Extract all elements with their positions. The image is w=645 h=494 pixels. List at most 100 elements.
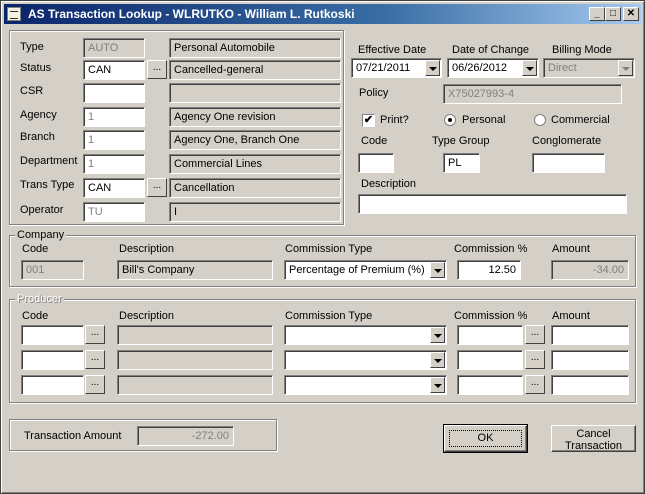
policy-field: X75027993-4 — [443, 84, 622, 104]
chevron-down-icon[interactable] — [430, 352, 445, 368]
company-commission-type-select[interactable]: Percentage of Premium (%) — [284, 260, 447, 280]
producer-commission-lookup-button[interactable]: ... — [525, 350, 545, 369]
description-label: Description — [361, 178, 417, 190]
billing-mode-select: Direct — [543, 58, 635, 78]
producer-commission-pct-field[interactable] — [457, 350, 523, 370]
producer-code-lookup-button[interactable]: ... — [85, 325, 105, 344]
producer-code-field[interactable] — [21, 325, 84, 345]
date-of-change-picker[interactable]: 06/26/2012 — [447, 58, 539, 78]
company-legend: Company — [15, 229, 67, 241]
producer-amount-field[interactable] — [551, 375, 629, 395]
csr-code-field[interactable] — [83, 83, 145, 103]
company-code-label: Code — [22, 243, 49, 255]
date-of-change-label: Date of Change — [452, 44, 530, 56]
producer-description-field — [117, 325, 273, 345]
producer-commission-type-select[interactable] — [284, 375, 447, 395]
producer-code-lookup-button[interactable]: ... — [85, 375, 105, 394]
agency-description: Agency One revision — [169, 107, 341, 127]
branch-description: Agency One, Branch One — [169, 130, 341, 150]
producer-description-field — [117, 350, 273, 370]
description-field[interactable] — [358, 194, 627, 214]
policy-label: Policy — [359, 87, 389, 99]
type-group-label: Type Group — [432, 135, 490, 147]
code-field[interactable] — [358, 153, 394, 173]
producer-code-field[interactable] — [21, 375, 84, 395]
producer-legend: Producer — [15, 293, 64, 305]
producer-commission-lookup-button[interactable]: ... — [525, 325, 545, 344]
transaction-amount-field: -272.00 — [137, 426, 234, 446]
effective-date-value: 07/21/2011 — [356, 62, 411, 74]
branch-label: Branch — [20, 131, 55, 143]
department-label: Department — [20, 155, 78, 167]
producer-commission-pct-field[interactable] — [457, 325, 523, 345]
chevron-down-icon[interactable] — [430, 262, 445, 278]
department-code-field[interactable]: 1 — [83, 154, 145, 174]
minimize-button[interactable]: _ — [589, 7, 605, 21]
billing-mode-value: Direct — [548, 62, 577, 74]
type-group-field[interactable]: PL — [443, 153, 480, 173]
trans-type-label: Trans Type — [20, 179, 75, 191]
commercial-label: Commercial — [551, 114, 610, 126]
commercial-radio[interactable] — [534, 114, 546, 126]
conglomerate-label: Conglomerate — [532, 135, 602, 147]
ok-button[interactable]: OK — [443, 424, 528, 453]
type-code-field: AUTO — [83, 38, 145, 58]
billing-mode-label: Billing Mode — [552, 44, 612, 56]
cancel-button-label-line2: Transaction — [564, 440, 623, 452]
producer-commission-pct-label: Commission % — [454, 310, 528, 322]
operator-code-field[interactable]: TU — [83, 202, 145, 222]
branch-code-field[interactable]: 1 — [83, 130, 145, 150]
producer-code-label: Code — [22, 310, 49, 322]
chevron-down-icon[interactable] — [430, 377, 445, 393]
status-lookup-button[interactable]: ... — [147, 60, 167, 79]
agency-code-field[interactable]: 1 — [83, 107, 145, 127]
producer-commission-lookup-button[interactable]: ... — [525, 375, 545, 394]
producer-description-field — [117, 375, 273, 395]
producer-commission-type-select[interactable] — [284, 325, 447, 345]
transaction-lookup-window: AS Transaction Lookup - WLRUTKO - Willia… — [0, 0, 645, 494]
window-title: AS Transaction Lookup - WLRUTKO - Willia… — [28, 7, 355, 21]
producer-commission-pct-field[interactable] — [457, 375, 523, 395]
maximize-button[interactable]: □ — [605, 7, 621, 21]
producer-code-lookup-button[interactable]: ... — [85, 350, 105, 369]
date-of-change-value: 06/26/2012 — [452, 62, 508, 74]
print-checkbox[interactable]: ✔ — [362, 114, 375, 127]
csr-description — [169, 83, 341, 103]
close-button[interactable]: ✕ — [623, 7, 639, 21]
trans-type-lookup-button[interactable]: ... — [147, 178, 167, 197]
type-label: Type — [20, 41, 44, 53]
company-code-field: 001 — [21, 260, 84, 280]
code-label: Code — [361, 135, 388, 147]
app-icon — [7, 7, 21, 21]
chevron-down-icon — [618, 60, 633, 76]
transaction-amount-label: Transaction Amount — [24, 430, 122, 442]
chevron-down-icon[interactable] — [425, 60, 440, 76]
title-bar[interactable]: AS Transaction Lookup - WLRUTKO - Willia… — [4, 4, 641, 24]
focus-ring — [449, 430, 522, 447]
producer-commission-type-select[interactable] — [284, 350, 447, 370]
trans-type-code-field[interactable]: CAN — [83, 178, 145, 198]
company-commission-type-value: Percentage of Premium (%) — [289, 264, 425, 276]
producer-amount-field[interactable] — [551, 325, 629, 345]
effective-date-label: Effective Date — [358, 44, 427, 56]
personal-label: Personal — [462, 114, 506, 126]
cancel-transaction-button[interactable]: Cancel Transaction — [551, 425, 636, 452]
operator-description: I — [169, 202, 341, 222]
producer-code-field[interactable] — [21, 350, 84, 370]
producer-commission-type-label: Commission Type — [285, 310, 373, 322]
company-commission-type-label: Commission Type — [285, 243, 373, 255]
personal-radio[interactable] — [444, 114, 456, 126]
conglomerate-field[interactable] — [532, 153, 605, 173]
status-code-field[interactable]: CAN — [83, 60, 145, 80]
company-amount-label: Amount — [552, 243, 590, 255]
company-commission-pct-field[interactable]: 12.50 — [457, 260, 521, 280]
type-description: Personal Automobile — [169, 38, 341, 58]
producer-amount-field[interactable] — [551, 350, 629, 370]
chevron-down-icon[interactable] — [522, 60, 537, 76]
producer-amount-label: Amount — [552, 310, 590, 322]
csr-label: CSR — [20, 85, 44, 97]
company-amount-field: -34.00 — [551, 260, 629, 280]
company-description-field: Bill's Company — [117, 260, 273, 280]
chevron-down-icon[interactable] — [430, 327, 445, 343]
effective-date-picker[interactable]: 07/21/2011 — [351, 58, 442, 78]
